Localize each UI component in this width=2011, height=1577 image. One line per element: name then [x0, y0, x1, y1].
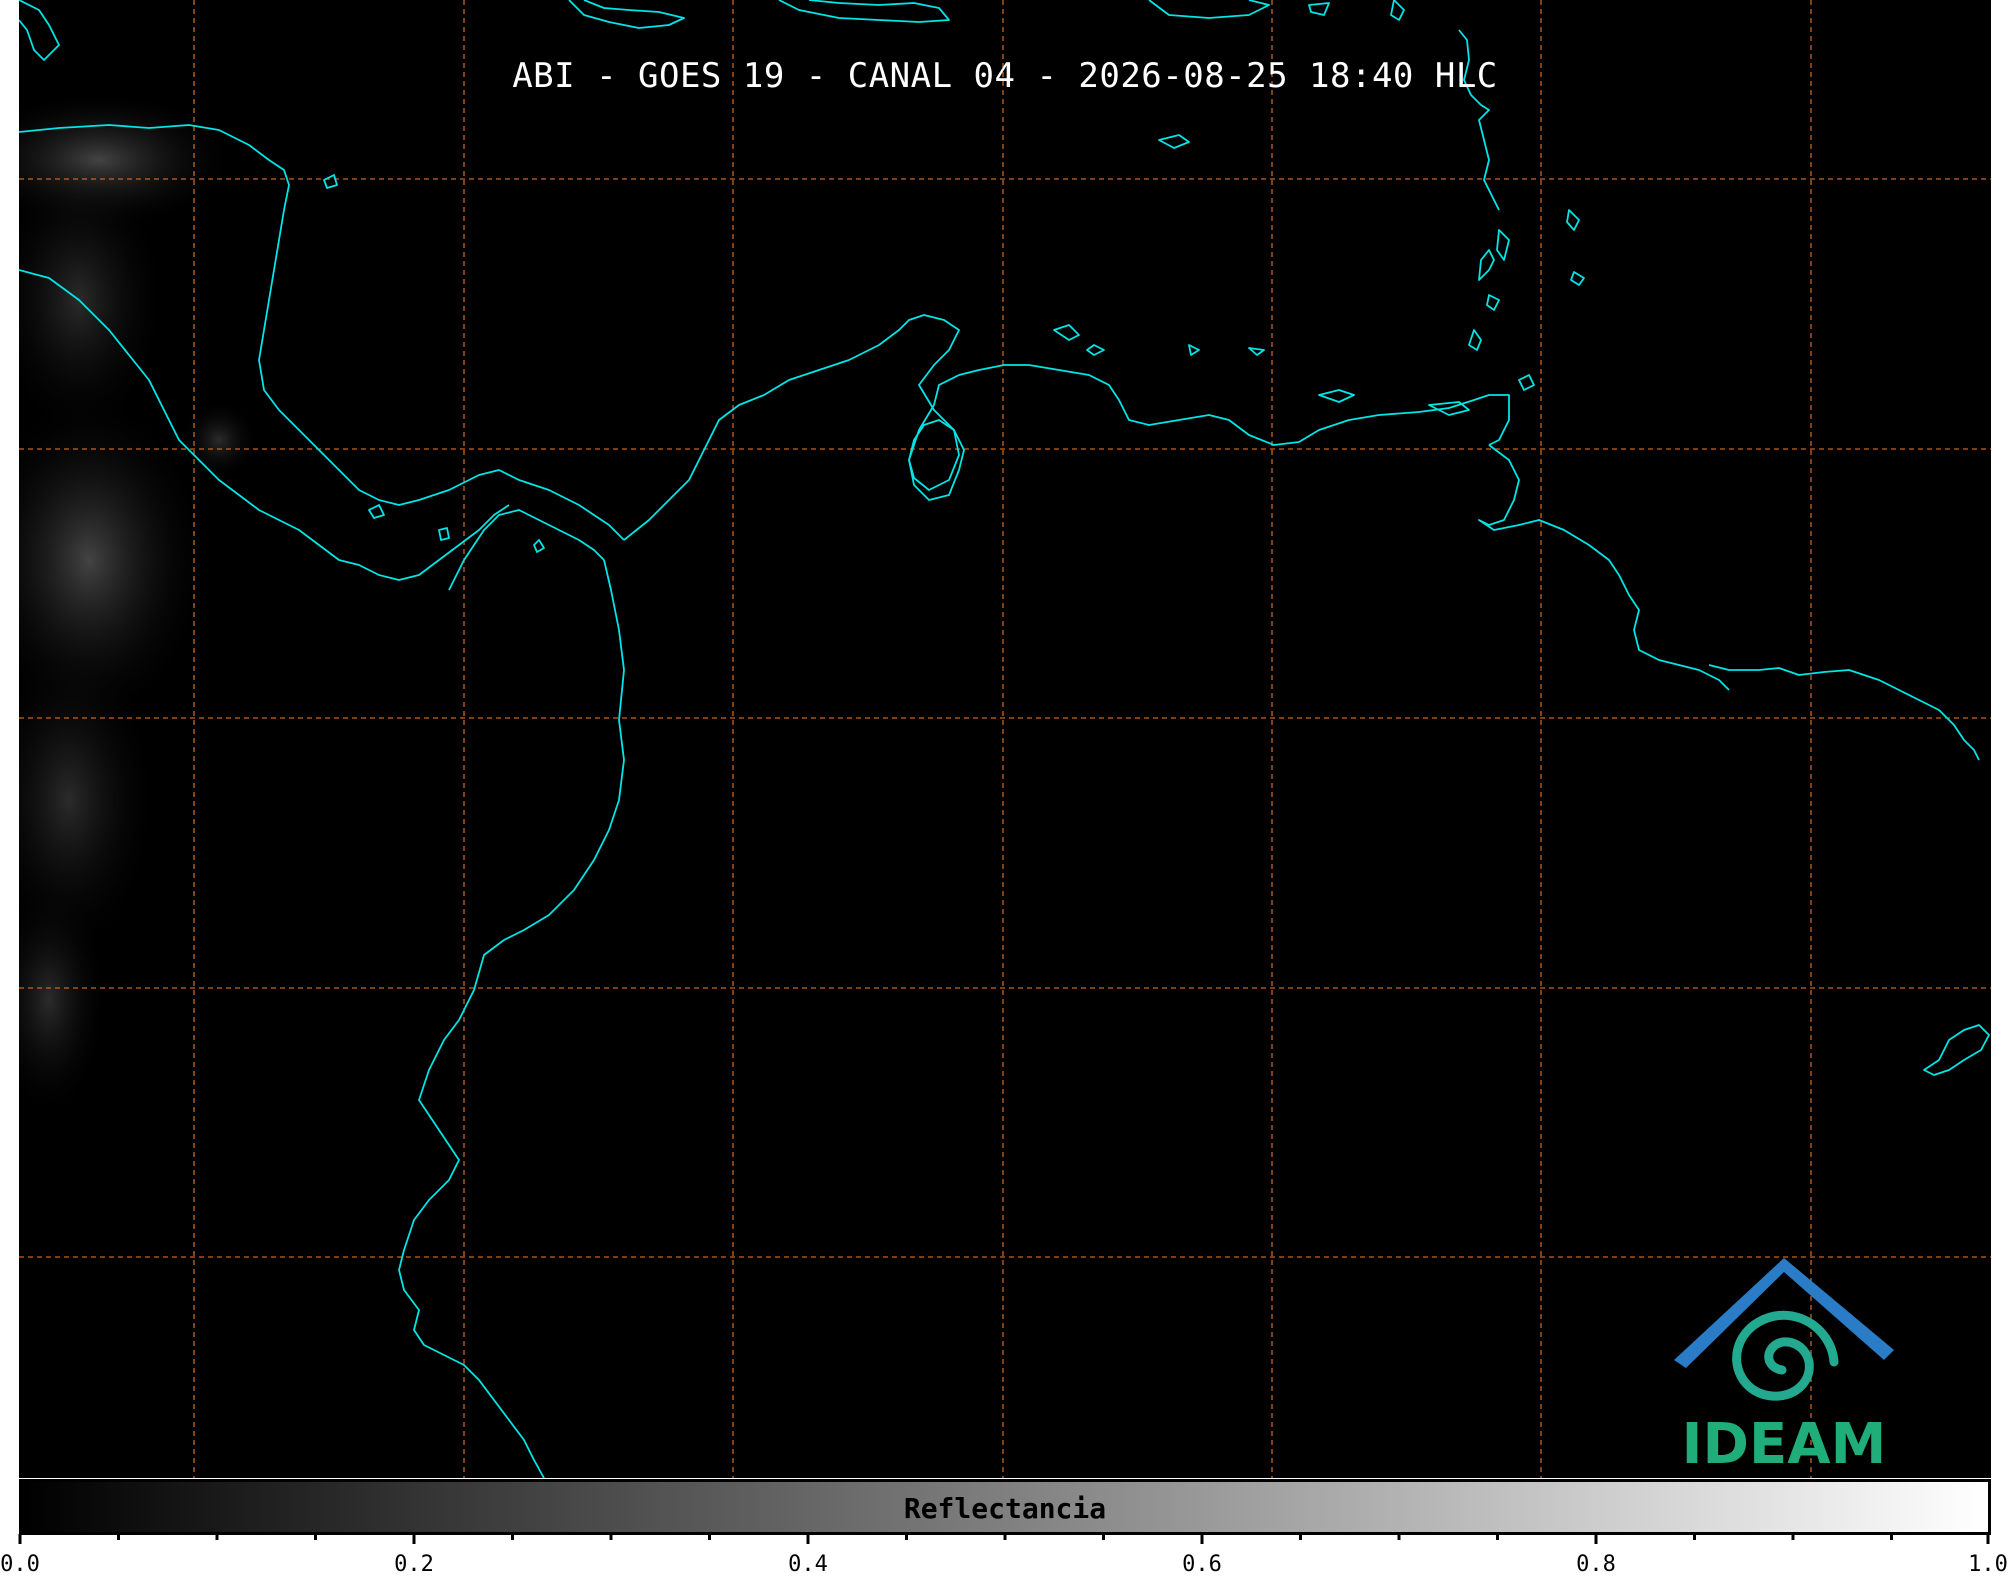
- colorbar-ticks: 0.0 0.2 0.4 0.6 0.8 1.0: [0, 1534, 2008, 1577]
- figure: ABI - GOES 19 - CANAL 04 - 2026-08-25 18…: [0, 0, 2011, 1577]
- tick-label: 0.6: [1182, 1552, 1222, 1577]
- tick-label: 0.8: [1576, 1552, 1616, 1577]
- colorbar: Reflectancia: [19, 1479, 1991, 1535]
- tick-label: 0.2: [394, 1552, 434, 1577]
- tick-label: 1.0: [1968, 1552, 2008, 1577]
- cloud-cover: [19, 90, 259, 1120]
- tick-label: 0.4: [788, 1552, 828, 1577]
- colorbar-label: Reflectancia: [903, 1492, 1107, 1525]
- map-title: ABI - GOES 19 - CANAL 04 - 2026-08-25 18…: [512, 56, 1498, 96]
- tick-label: 0.0: [0, 1552, 40, 1577]
- satellite-map: ABI - GOES 19 - CANAL 04 - 2026-08-25 18…: [19, 0, 1991, 1478]
- spiral-icon: [1732, 1310, 1839, 1401]
- ideam-logo-text: IDEAM: [1681, 1412, 1887, 1477]
